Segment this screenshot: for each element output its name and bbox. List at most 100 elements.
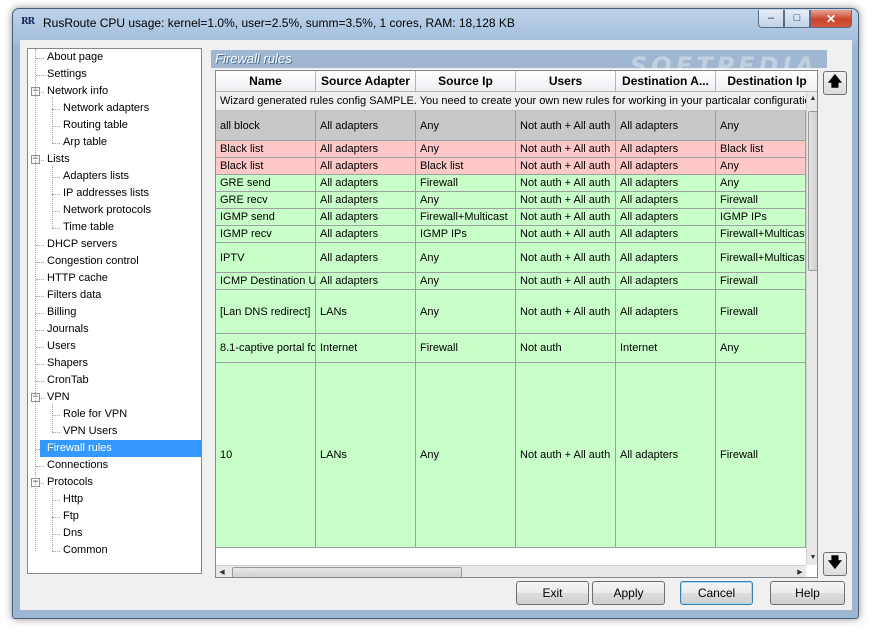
- tree-item-dns[interactable]: Dns: [60, 525, 86, 542]
- rule-cell[interactable]: LANs: [316, 290, 416, 334]
- rule-cell[interactable]: Any: [416, 363, 516, 548]
- rule-cell[interactable]: Any: [716, 334, 806, 363]
- tree-item-vpn-users[interactable]: VPN Users: [60, 423, 120, 440]
- rule-row[interactable]: ICMP Destination U All adapters Any Not aut…: [216, 273, 806, 290]
- tree-item-network-protocols[interactable]: Network protocols: [60, 202, 154, 219]
- rule-cell[interactable]: All adapters: [616, 209, 716, 226]
- rule-cell[interactable]: All adapters: [316, 158, 416, 175]
- tree-item-firewall-rules[interactable]: Firewall rules: [40, 440, 201, 457]
- rule-cell[interactable]: Firewall+Multicast: [416, 209, 516, 226]
- rule-cell[interactable]: Firewall: [716, 273, 806, 290]
- rule-cell[interactable]: All adapters: [616, 158, 716, 175]
- column-header[interactable]: Destination Ip: [716, 71, 817, 92]
- rule-cell[interactable]: All adapters: [316, 111, 416, 141]
- tree-item-ip-addresses-lists[interactable]: IP addresses lists: [60, 185, 152, 202]
- rule-cell[interactable]: LANs: [316, 363, 416, 548]
- rule-cell[interactable]: All adapters: [316, 141, 416, 158]
- rule-row[interactable]: all block All adapters Any Not auth + All a…: [216, 111, 806, 141]
- rule-cell[interactable]: Not auth + All auth: [516, 111, 616, 141]
- rule-cell[interactable]: Any: [416, 192, 516, 209]
- rule-cell[interactable]: GRE recv: [216, 192, 316, 209]
- rule-cell[interactable]: Not auth + All auth: [516, 158, 616, 175]
- rule-cell[interactable]: Black list: [216, 158, 316, 175]
- rule-cell[interactable]: All adapters: [616, 111, 716, 141]
- rule-cell[interactable]: GRE send: [216, 175, 316, 192]
- rule-cell[interactable]: Not auth + All auth: [516, 243, 616, 273]
- rule-row[interactable]: Black list All adapters Black list Not auth…: [216, 158, 806, 175]
- close-button[interactable]: ✕: [810, 10, 852, 28]
- rule-cell[interactable]: Not auth + All auth: [516, 209, 616, 226]
- rule-row[interactable]: GRE send All adapters Firewall Not auth + A…: [216, 175, 806, 192]
- rule-cell[interactable]: Firewall+Multicast: [716, 243, 806, 273]
- horizontal-scroll-thumb[interactable]: [232, 567, 462, 577]
- scroll-down-arrow-icon[interactable]: ▼: [807, 551, 817, 565]
- tree-item-filters-data[interactable]: Filters data: [44, 287, 104, 304]
- rule-cell[interactable]: ICMP Destination U: [216, 273, 316, 290]
- rule-cell[interactable]: All adapters: [616, 141, 716, 158]
- grid-notice-row[interactable]: Wizard generated rules config SAMPLE. Yo…: [216, 92, 817, 111]
- tree-item-ftp[interactable]: Ftp: [60, 508, 82, 525]
- rule-cell[interactable]: All adapters: [316, 175, 416, 192]
- rule-cell[interactable]: Not auth + All auth: [516, 226, 616, 243]
- rule-cell[interactable]: IGMP IPs: [416, 226, 516, 243]
- vertical-scrollbar[interactable]: ▲ ▼: [806, 92, 817, 565]
- tree-item-http-cache[interactable]: HTTP cache: [44, 270, 111, 287]
- scroll-left-arrow-icon[interactable]: ◀: [216, 566, 228, 577]
- rule-cell[interactable]: Black list: [416, 158, 516, 175]
- rule-cell[interactable]: all block: [216, 111, 316, 141]
- rule-row[interactable]: Black list All adapters Any Not auth + All …: [216, 141, 806, 158]
- rule-cell[interactable]: All adapters: [616, 290, 716, 334]
- help-button[interactable]: Help: [770, 581, 845, 605]
- column-header[interactable]: Name: [216, 71, 316, 92]
- rule-cell[interactable]: Not auth + All auth: [516, 273, 616, 290]
- rule-row[interactable]: IPTV All adapters Any Not auth + All auth Al…: [216, 243, 806, 273]
- move-rule-down-button[interactable]: 🡇: [823, 552, 847, 576]
- column-header[interactable]: Source Ip: [416, 71, 516, 92]
- rule-cell[interactable]: Firewall: [716, 363, 806, 548]
- tree-item-users[interactable]: Users: [44, 338, 79, 355]
- move-rule-up-button[interactable]: 🡅: [823, 71, 847, 95]
- rule-cell[interactable]: Any: [716, 158, 806, 175]
- tree-item-congestion-control[interactable]: Congestion control: [44, 253, 142, 270]
- cancel-button[interactable]: Cancel: [680, 581, 753, 605]
- rule-cell[interactable]: Any: [716, 111, 806, 141]
- tree-item-journals[interactable]: Journals: [44, 321, 92, 338]
- rule-cell[interactable]: 8.1-captive portal fo: [216, 334, 316, 363]
- rule-cell[interactable]: All adapters: [316, 243, 416, 273]
- scroll-right-arrow-icon[interactable]: ▶: [794, 566, 806, 577]
- rule-cell[interactable]: Any: [716, 175, 806, 192]
- rule-cell[interactable]: All adapters: [316, 273, 416, 290]
- rule-cell[interactable]: Not auth: [516, 334, 616, 363]
- rule-cell[interactable]: Not auth + All auth: [516, 290, 616, 334]
- rule-cell[interactable]: All adapters: [616, 175, 716, 192]
- rule-cell[interactable]: IPTV: [216, 243, 316, 273]
- rule-cell[interactable]: All adapters: [616, 192, 716, 209]
- tree-item-common[interactable]: Common: [60, 542, 111, 559]
- column-header[interactable]: Source Adapter: [316, 71, 416, 92]
- rule-row[interactable]: IGMP recv All adapters IGMP IPs Not auth + …: [216, 226, 806, 243]
- rule-cell[interactable]: Not auth + All auth: [516, 192, 616, 209]
- rule-row[interactable]: GRE recv All adapters Any Not auth + All au…: [216, 192, 806, 209]
- rule-cell[interactable]: [Lan DNS redirect]: [216, 290, 316, 334]
- rule-row[interactable]: 8.1-captive portal fo Internet Firewall Not…: [216, 334, 806, 363]
- rule-cell[interactable]: 10: [216, 363, 316, 548]
- tree-item-routing-table[interactable]: Routing table: [60, 117, 131, 134]
- rule-cell[interactable]: Any: [416, 141, 516, 158]
- tree-item-adapters-lists[interactable]: Adapters lists: [60, 168, 132, 185]
- rule-cell[interactable]: Firewall: [416, 334, 516, 363]
- tree-item-billing[interactable]: Billing: [44, 304, 79, 321]
- rule-cell[interactable]: Not auth + All auth: [516, 363, 616, 548]
- minimize-button[interactable]: –: [758, 10, 784, 28]
- rule-cell[interactable]: Internet: [316, 334, 416, 363]
- rule-cell[interactable]: Black list: [216, 141, 316, 158]
- tree-item-vpn[interactable]: VPN: [44, 389, 73, 406]
- rule-cell[interactable]: All adapters: [316, 192, 416, 209]
- rule-cell[interactable]: Any: [416, 111, 516, 141]
- tree-item-about-page[interactable]: About page: [44, 49, 106, 66]
- tree-item-time-table[interactable]: Time table: [60, 219, 117, 236]
- tree-item-lists[interactable]: Lists: [44, 151, 73, 168]
- title-bar[interactable]: RR RusRoute CPU usage: kernel=1.0%, user…: [13, 9, 858, 37]
- tree-item-dhcp-servers[interactable]: DHCP servers: [44, 236, 120, 253]
- rule-cell[interactable]: All adapters: [616, 273, 716, 290]
- tree-item-arp-table[interactable]: Arp table: [60, 134, 110, 151]
